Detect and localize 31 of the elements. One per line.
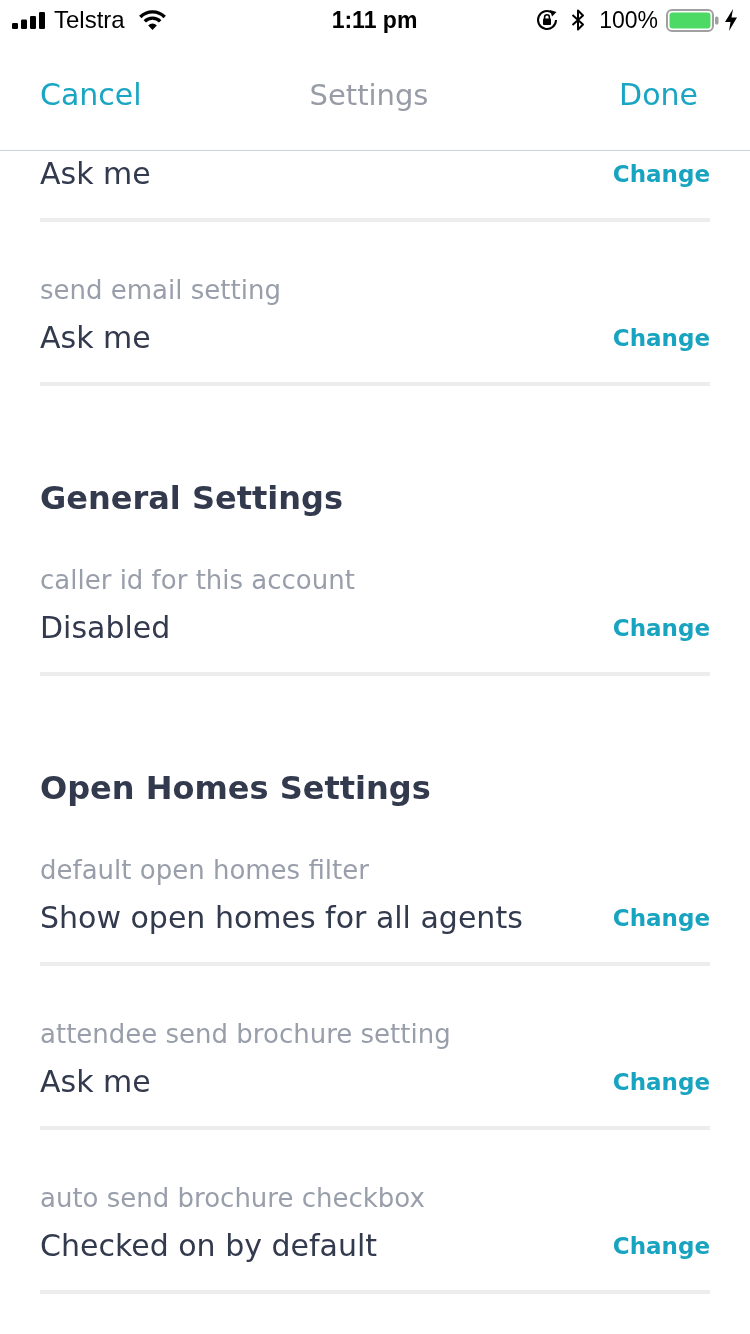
wifi-icon — [138, 10, 166, 30]
setting-label: send email setting — [40, 274, 281, 306]
change-button[interactable]: Change — [612, 323, 710, 353]
change-button[interactable]: Change — [612, 903, 710, 933]
setting-value: Show open homes for all agents — [40, 899, 523, 937]
setting-value: Checked on by default — [40, 1227, 378, 1265]
setting-value: Ask me — [40, 155, 151, 193]
setting-label: default open homes filter — [40, 854, 369, 886]
rotation-lock-icon — [535, 8, 560, 32]
setting-label: auto send brochure checkbox — [40, 1182, 425, 1214]
battery-percentage: 100% — [599, 6, 658, 34]
signal-icon — [12, 11, 46, 29]
cancel-button[interactable]: Cancel — [40, 75, 142, 115]
bluetooth-icon — [571, 8, 586, 32]
section-heading: Open Homes Settings — [40, 768, 431, 809]
setting-value: Disabled — [40, 609, 171, 647]
setting-value: Ask me — [40, 1063, 151, 1101]
clock-time: 1:11 pm — [331, 6, 418, 34]
setting-value: Ask me — [40, 319, 151, 357]
change-button[interactable]: Change — [612, 1067, 710, 1097]
setting-label: attendee send brochure setting — [40, 1018, 451, 1050]
done-button[interactable]: Done — [619, 75, 698, 115]
carrier-name: Telstra — [54, 6, 125, 34]
change-button[interactable]: Change — [612, 159, 710, 189]
section-heading: General Settings — [40, 478, 343, 519]
battery-icon — [666, 8, 719, 32]
setting-label: caller id for this account — [40, 564, 355, 596]
change-button[interactable]: Change — [612, 1231, 710, 1261]
change-button[interactable]: Change — [612, 613, 710, 643]
screen-title: Settings — [309, 77, 429, 114]
charging-bolt-icon — [725, 9, 737, 31]
